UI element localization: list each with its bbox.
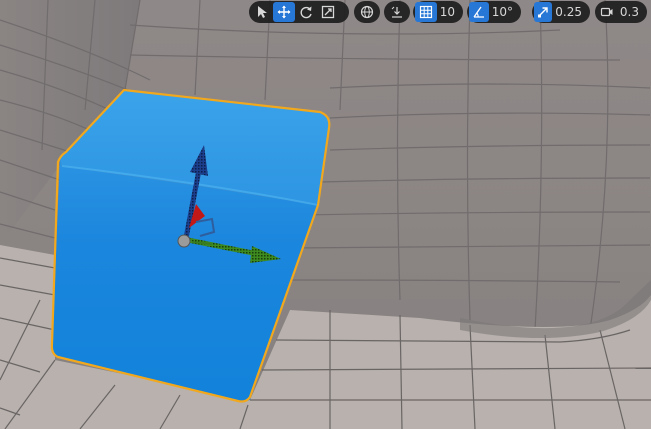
surface-snap-icon xyxy=(391,6,402,18)
grid-snap-group: 10 xyxy=(413,1,463,23)
grid-snap-toggle[interactable] xyxy=(415,2,437,22)
camera-speed-value[interactable]: 0.3 xyxy=(617,2,645,22)
gizmo-center[interactable] xyxy=(177,234,191,248)
scale-snap-value[interactable]: 0.25 xyxy=(552,2,588,22)
translate-mode-button[interactable] xyxy=(273,2,295,22)
grid-snap-value[interactable]: 10 xyxy=(437,2,461,22)
scale-snap-group: 0.25 xyxy=(532,1,590,23)
scale-snap-icon xyxy=(538,7,548,18)
transform-mode-group xyxy=(249,1,349,23)
rotation-snap-value[interactable]: 10° xyxy=(489,2,519,22)
camera-speed-button[interactable] xyxy=(597,2,617,22)
camera-speed-group: 0.3 xyxy=(595,1,647,23)
select-mode-button[interactable] xyxy=(251,2,273,22)
translate-icon xyxy=(277,5,291,19)
globe-icon xyxy=(360,5,374,19)
select-icon xyxy=(258,6,267,18)
rotate-icon xyxy=(300,6,312,19)
scale-mode-button[interactable] xyxy=(317,2,339,22)
surface-snap-group xyxy=(384,1,410,23)
scale-icon xyxy=(321,5,335,19)
rotation-snap-toggle[interactable] xyxy=(469,2,489,22)
scale-snap-toggle[interactable] xyxy=(534,2,553,22)
camera-icon xyxy=(600,7,613,17)
rotation-snap-group: 10° xyxy=(467,1,521,23)
surface-snap-button[interactable] xyxy=(386,2,408,22)
grid-snap-icon xyxy=(419,5,432,19)
angle-snap-icon xyxy=(473,6,484,18)
scene-render xyxy=(0,0,651,429)
rotate-mode-button[interactable] xyxy=(295,2,317,22)
level-viewport[interactable]: 10 10° 0.25 0.3 xyxy=(0,0,651,429)
coordinate-space-button[interactable] xyxy=(356,2,378,22)
coordinate-space-group xyxy=(354,1,380,23)
